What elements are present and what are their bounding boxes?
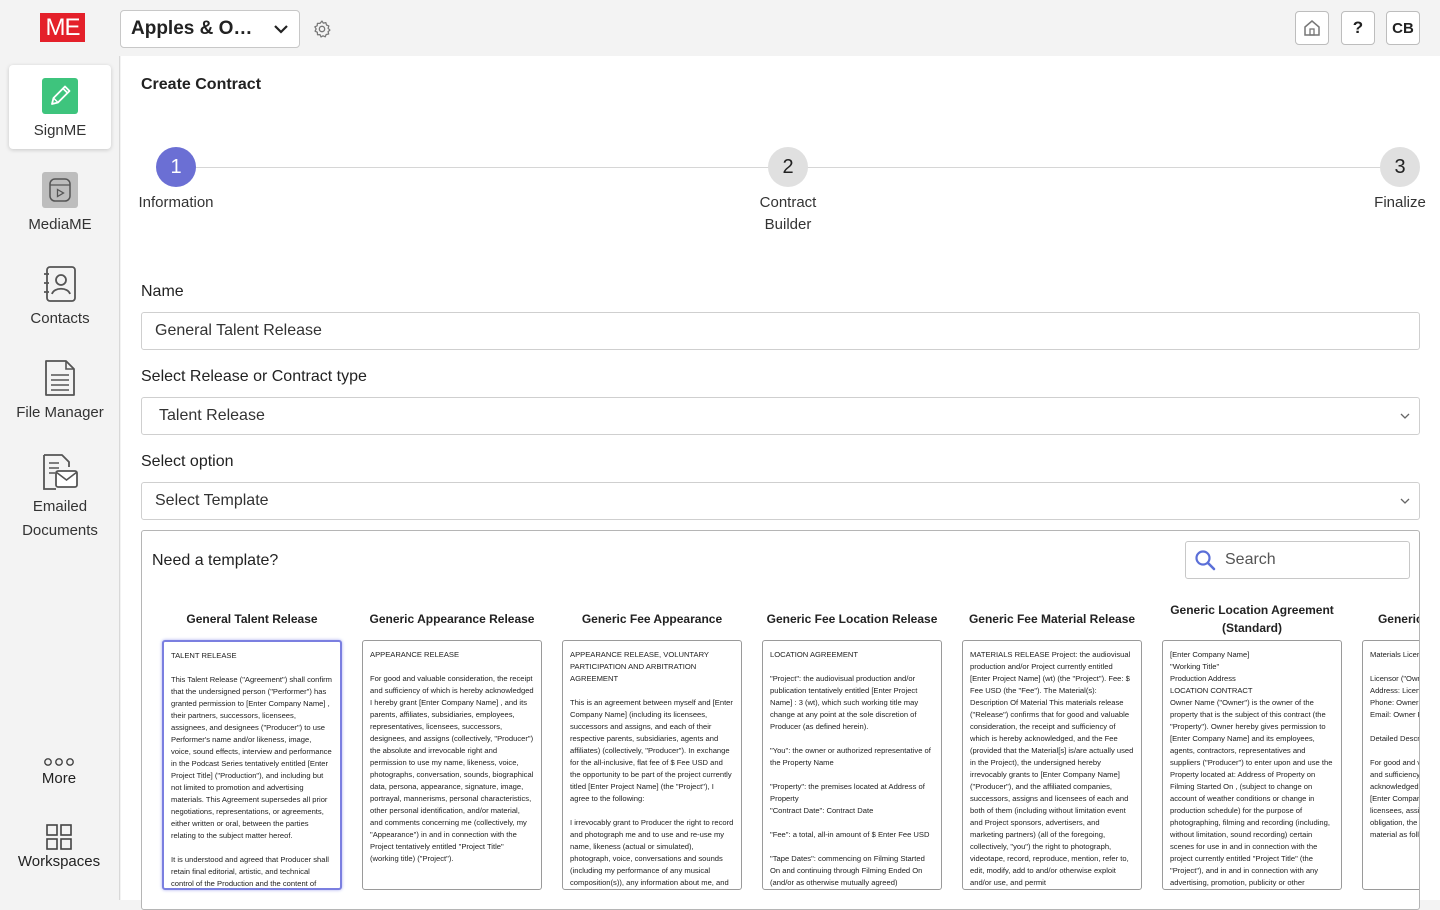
sidebar-workspaces[interactable]: Workspaces <box>9 823 109 870</box>
template-card-title: Generic Fee Location Release <box>766 612 938 626</box>
option-select[interactable]: Select Template <box>141 482 1420 520</box>
sidebar-item-label: MediaME <box>28 216 92 233</box>
template-preview-paragraph: "Tape Dates": commencing on Filming Star… <box>770 854 925 887</box>
step-3-label: Finalize <box>1374 194 1426 211</box>
help-button[interactable]: ? <box>1341 11 1375 45</box>
top-bar: ME Apples & Oranges ? CB <box>0 0 1440 56</box>
contract-type-label: Select Release or Contract type <box>141 368 367 385</box>
template-panel: Need a template? Search General Talent R… <box>141 530 1420 910</box>
template-search-input[interactable]: Search <box>1185 541 1410 579</box>
document-icon <box>41 359 79 397</box>
sidebar: SignME MediaME Contacts File Manager Ema… <box>0 56 120 900</box>
contract-type-select[interactable]: Talent Release <box>141 397 1420 435</box>
template-card-title: Generic Fee Appearance <box>581 612 723 626</box>
template-card-preview[interactable]: LOCATION AGREEMENT "Project": the audiovi… <box>762 640 942 890</box>
gear-icon[interactable] <box>312 19 332 39</box>
workspaces-grid-icon <box>46 824 72 850</box>
user-avatar-button[interactable]: CB <box>1386 11 1420 45</box>
emailed-document-icon <box>41 453 79 491</box>
chevron-down-icon <box>1400 498 1410 504</box>
template-card-preview[interactable]: MATERIALS RELEASE Project: the audiovisu… <box>962 640 1142 890</box>
name-input[interactable]: General Talent Release <box>141 312 1420 350</box>
step-2-label: Contract Builder <box>759 194 817 233</box>
sidebar-more[interactable]: More <box>9 756 109 787</box>
sidebar-more-label: More <box>41 770 77 787</box>
template-card-title: Generic Materials License <box>1377 612 1420 626</box>
template-preview-paragraph: LOCATION AGREEMENT <box>770 650 859 659</box>
sidebar-item-label: File Manager <box>16 404 104 421</box>
sidebar-item-contacts[interactable]: Contacts <box>9 253 111 337</box>
template-preview-paragraph: APPEARANCE RELEASE <box>370 650 460 659</box>
template-preview-paragraph: For good and valuable consideration, the… <box>370 674 534 863</box>
template-preview-paragraph: This Talent Release ("Agreement") shall … <box>171 675 332 840</box>
sidebar-item-label: Contacts <box>30 310 90 327</box>
template-cards: General Talent Release TALENT RELEASE This… <box>162 599 1420 909</box>
template-card-title: Generic Fee Material Release <box>968 612 1136 626</box>
sidebar-item-label: SignME <box>33 122 87 139</box>
step-1-label: Information <box>138 194 214 211</box>
search-icon <box>1195 550 1216 571</box>
template-preview-paragraph: Materials License <box>1370 650 1419 659</box>
step-3-circle[interactable]: 3 <box>1380 147 1420 187</box>
template-preview-paragraph: Licensor ("Owner") Address: Licensor Add… <box>1370 674 1420 719</box>
template-card-title: Generic Location Agreement (Standard) <box>1170 603 1334 635</box>
template-card-preview[interactable]: APPEARANCE RELEASE, VOLUNTARY PARTICIPAT… <box>562 640 742 890</box>
template-preview-paragraph: It is understood and agreed that Produce… <box>171 855 329 888</box>
template-preview-paragraph: [Enter Company Name] "Working Title" Pro… <box>1170 650 1333 887</box>
template-preview-paragraph: APPEARANCE RELEASE, VOLUNTARY PARTICIPAT… <box>570 650 709 683</box>
search-placeholder: Search <box>1225 551 1276 568</box>
template-preview-paragraph: This is an agreement between myself and … <box>570 698 733 803</box>
option-value: Select Template <box>155 492 269 509</box>
contract-type-value: Talent Release <box>159 407 265 424</box>
workspace-select[interactable]: Apples & Oranges <box>120 10 300 48</box>
home-button[interactable] <box>1295 11 1329 45</box>
option-label: Select option <box>141 453 234 470</box>
template-preview-paragraph: TALENT RELEASE <box>171 651 237 660</box>
step-2-circle[interactable]: 2 <box>768 147 808 187</box>
template-card-title: General Talent Release <box>186 612 318 626</box>
template-preview-paragraph: For good and valuable consideration, the… <box>1370 758 1420 839</box>
workspace-name: Apples & Oranges <box>131 18 259 39</box>
chevron-down-icon <box>1400 413 1410 419</box>
template-card-preview[interactable]: TALENT RELEASE This Talent Release ("Agre… <box>162 640 342 890</box>
sidebar-item-label: Emailed Documents <box>22 498 98 539</box>
chevron-down-icon <box>274 25 288 34</box>
sidebar-item-emailed-documents[interactable]: Emailed Documents <box>9 441 111 541</box>
template-card-preview[interactable]: Materials License Licensor ("Owner") Addr… <box>1362 640 1420 890</box>
template-card-preview[interactable]: APPEARANCE RELEASE For good and valuable … <box>362 640 542 890</box>
sidebar-workspaces-label: Workspaces <box>17 853 101 870</box>
sidebar-item-signme[interactable]: SignME <box>9 65 111 149</box>
home-icon <box>1304 20 1320 36</box>
template-preview-paragraph: "You": the owner or authorized represent… <box>770 746 931 767</box>
app-logo[interactable]: ME <box>40 13 85 42</box>
template-preview-paragraph: "Property": the premises located at Addr… <box>770 782 925 815</box>
template-preview-paragraph: MATERIALS RELEASE Project: the audiovisu… <box>970 650 1134 887</box>
name-label: Name <box>141 283 184 300</box>
template-preview-paragraph: I irrevocably grant to Producer the righ… <box>570 818 734 887</box>
template-card-preview[interactable]: [Enter Company Name] "Working Title" Pro… <box>1162 640 1342 890</box>
step-1-circle[interactable]: 1 <box>156 147 196 187</box>
template-preview-paragraph: "Fee": a total, all-in amount of $ Enter… <box>770 830 930 839</box>
media-icon <box>41 171 79 209</box>
sidebar-item-mediame[interactable]: MediaME <box>9 159 111 243</box>
page-title: Create Contract <box>141 76 262 93</box>
template-card-title: Generic Appearance Release <box>369 612 535 626</box>
contacts-icon <box>41 265 79 303</box>
main-content: Create Contract 1 Information 2 Contract… <box>121 56 1440 910</box>
template-panel-title: Need a template? <box>152 552 279 569</box>
more-dots-icon <box>44 758 74 766</box>
pen-icon <box>41 77 79 115</box>
sidebar-item-file-manager[interactable]: File Manager <box>9 347 111 431</box>
template-preview-paragraph: "Project": the audiovisual production an… <box>770 674 919 731</box>
template-preview-paragraph: Detailed Description Of Materials <box>1370 734 1420 743</box>
